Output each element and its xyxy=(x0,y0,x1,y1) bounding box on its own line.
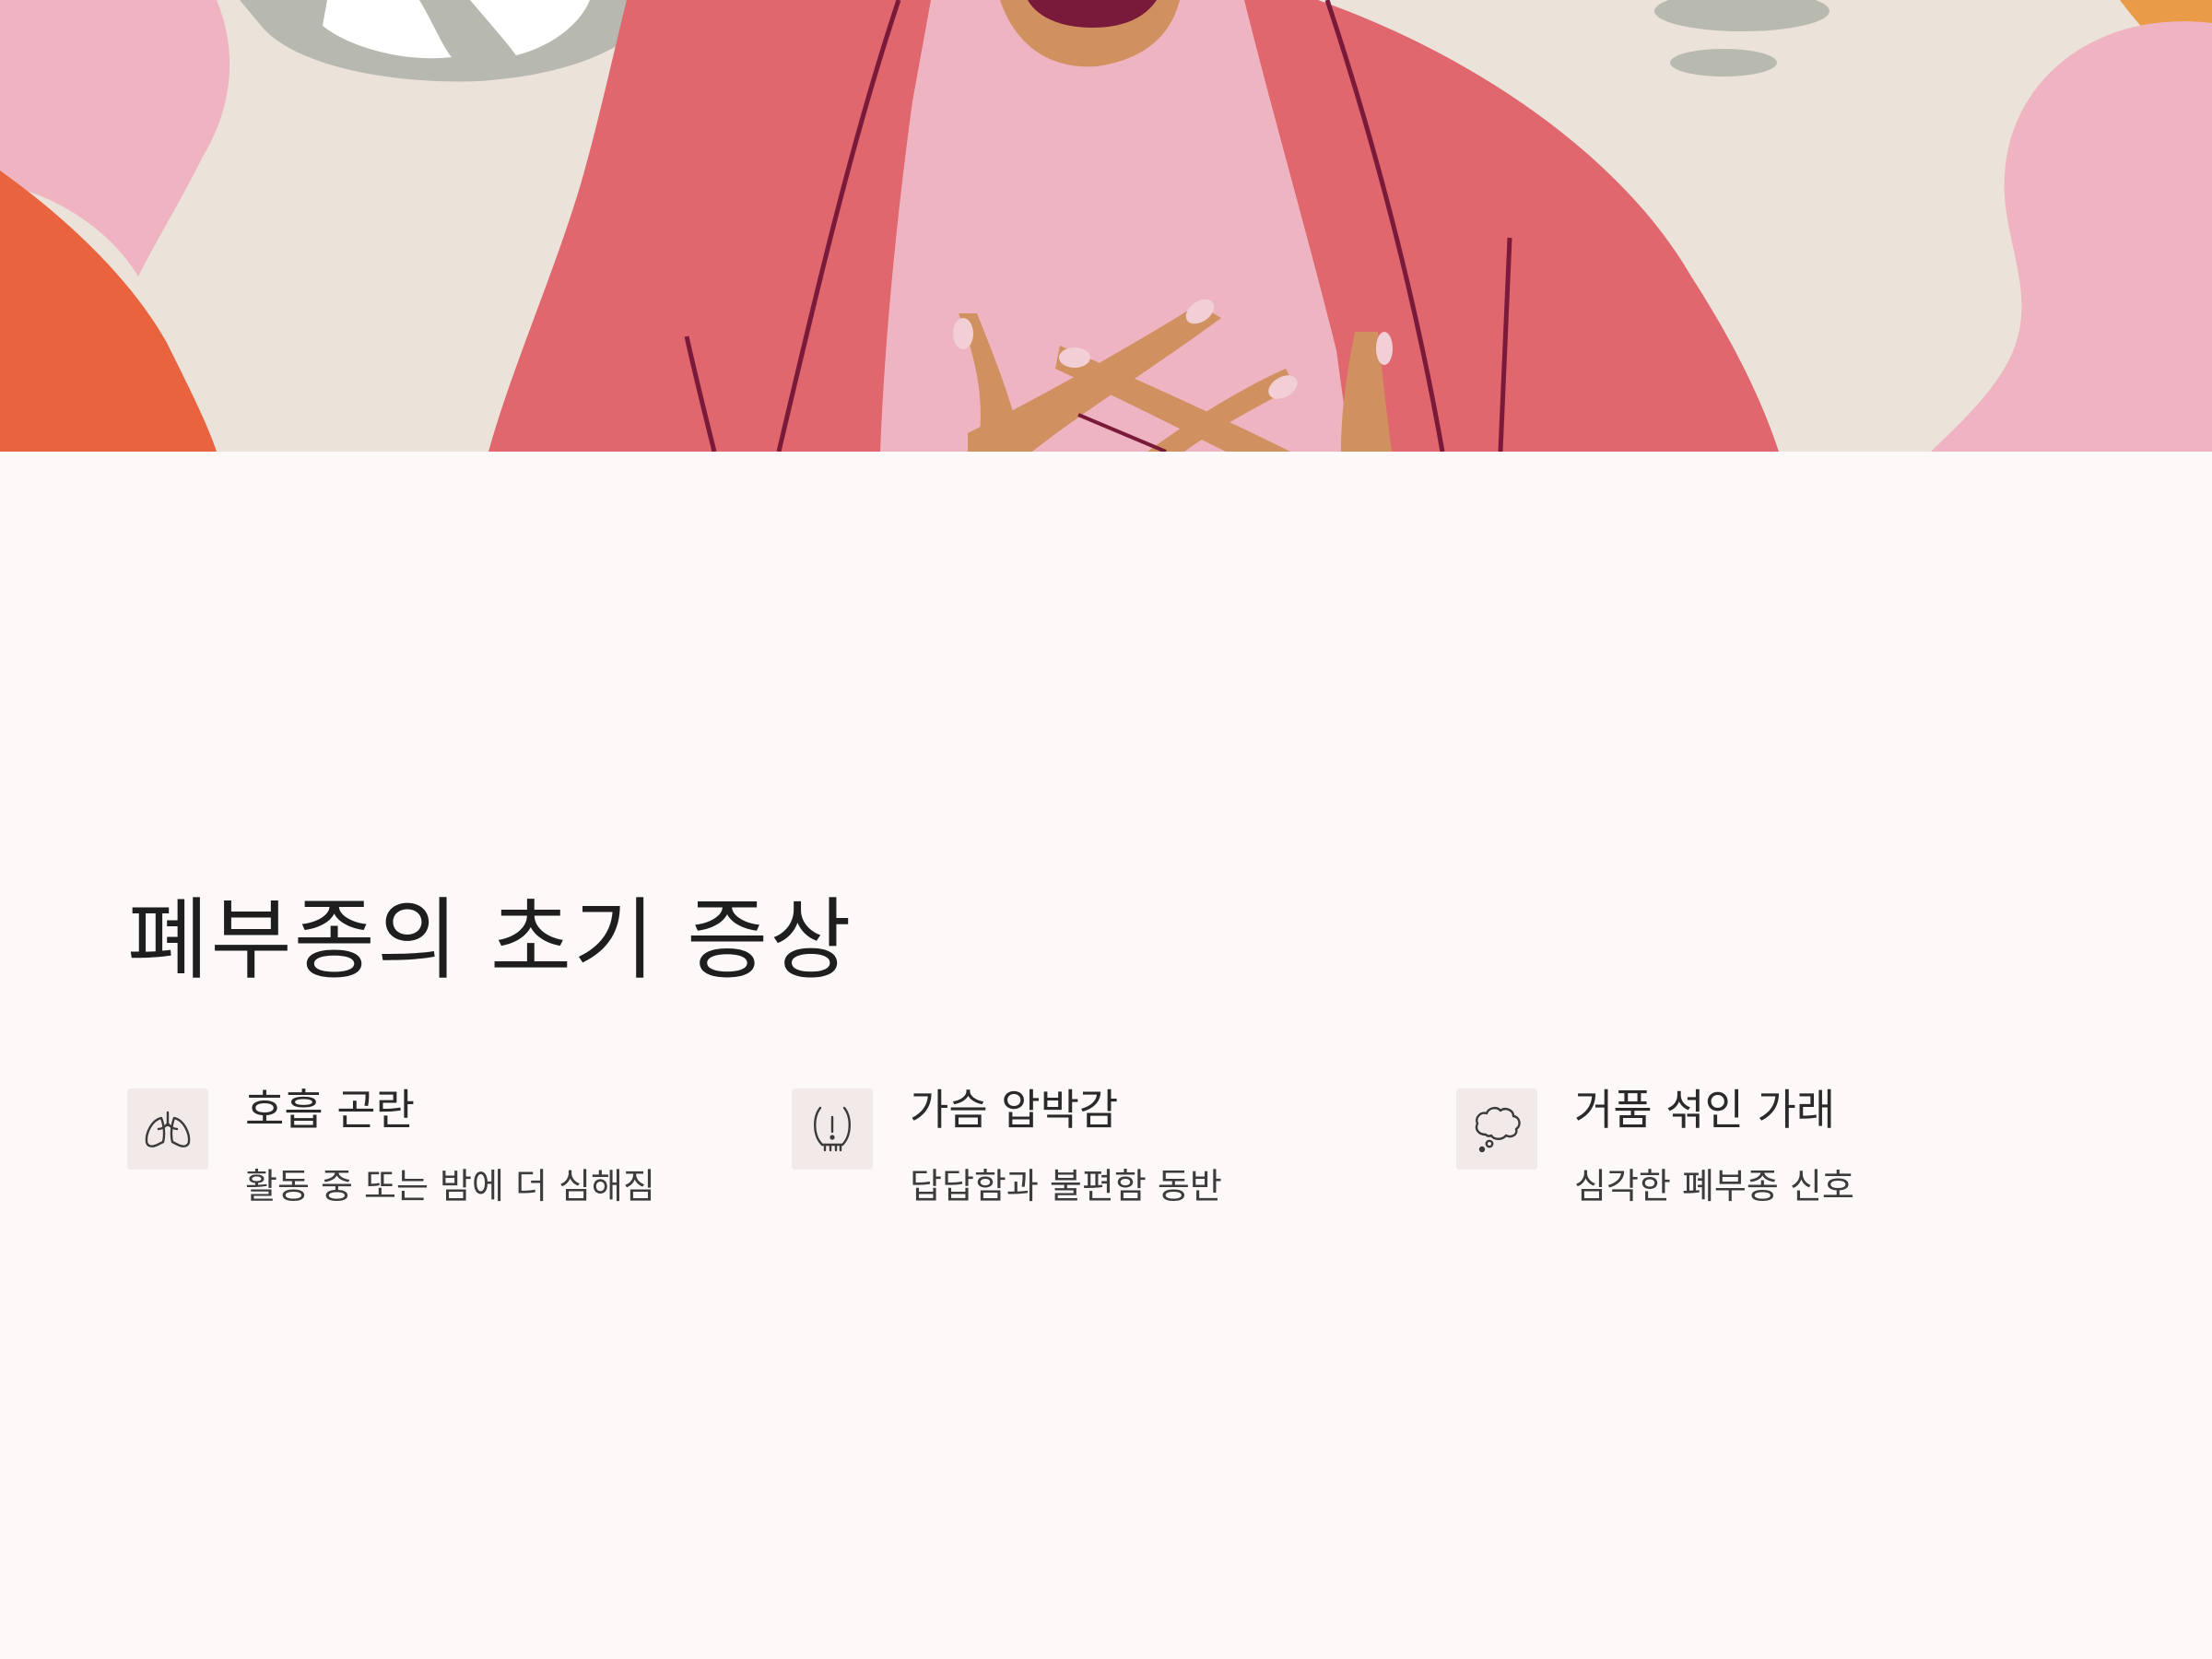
thought-cloud-icon xyxy=(1456,1088,1537,1170)
hero-illustration xyxy=(0,0,2212,452)
symptom-desc: 심각한 폐부종 신호 xyxy=(1574,1166,1854,1206)
symptom-desc: 답답함과 불편함 동반 xyxy=(910,1166,1222,1206)
symptoms-section: 폐부종의 초기 증상 호흡 곤란 활동 중 또는 밤에 더 심해짐 가슴 압박감… xyxy=(0,452,2212,1659)
symptom-title: 가슴 압박감 xyxy=(910,1085,1119,1135)
symptom-card-sputum: 거품 섞인 가래 심각한 폐부종 신호 xyxy=(1456,1085,2083,1227)
symptom-title: 거품 섞인 가래 xyxy=(1574,1085,1836,1135)
lungs-icon xyxy=(127,1088,208,1170)
chest-warning-icon xyxy=(792,1088,873,1170)
symptom-card-breathing: 호흡 곤란 활동 중 또는 밤에 더 심해짐 xyxy=(127,1085,754,1227)
symptom-card-chest: 가슴 압박감 답답함과 불편함 동반 xyxy=(792,1085,1418,1227)
section-title: 폐부종의 초기 증상 xyxy=(127,888,853,992)
symptom-title: 호흡 곤란 xyxy=(245,1085,415,1135)
symptom-desc: 활동 중 또는 밤에 더 심해짐 xyxy=(245,1166,655,1206)
